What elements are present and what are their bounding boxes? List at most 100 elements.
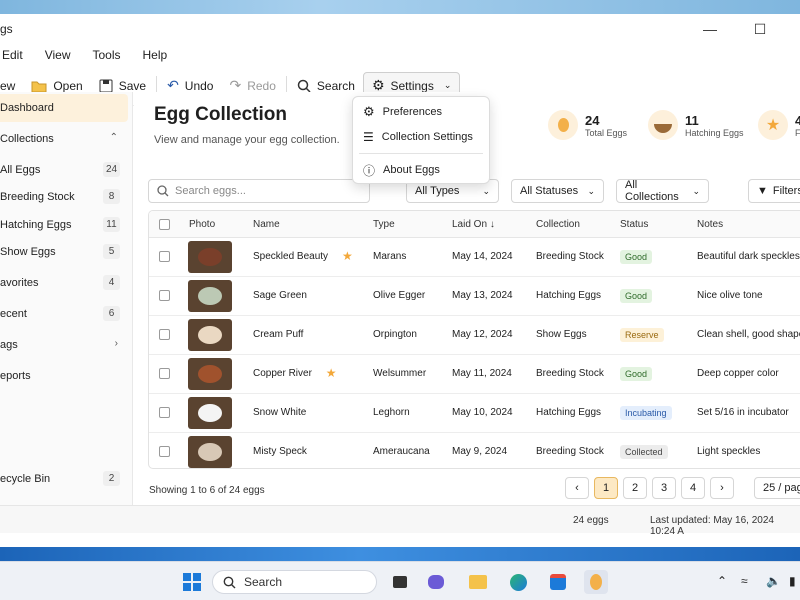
table-row[interactable]: Cream Puff Orpington May 12, 2024 Show Eggs…: [149, 316, 800, 355]
row-checkbox[interactable]: [159, 290, 170, 301]
column-collection[interactable]: Collection: [536, 219, 580, 230]
sidebar-item-label: All Eggs: [0, 164, 41, 176]
sidebar-item-label: ecent: [0, 308, 27, 320]
sidebar-item-dashboard[interactable]: Dashboard: [0, 94, 128, 122]
edge-browser-icon[interactable]: [506, 570, 530, 594]
egg-laid-on: May 10, 2024: [452, 407, 513, 418]
battery-icon[interactable]: ▮: [789, 574, 796, 588]
table-row[interactable]: Copper River ★ Welsummer May 11, 2024 Breedi…: [149, 355, 800, 394]
chevron-down-icon: ⌄: [587, 185, 595, 196]
table-header: Photo Name Type Laid On ↓ Collection Sta…: [149, 211, 800, 238]
column-laid-on[interactable]: Laid On ↓: [452, 219, 495, 230]
egg-name[interactable]: Cream Puff: [253, 329, 303, 340]
sidebar-item-tags[interactable]: ags ›: [0, 331, 128, 359]
new-label: ew: [0, 78, 16, 93]
column-name[interactable]: Name: [253, 219, 280, 230]
menu-item-collection-settings[interactable]: ☰ Collection Settings: [353, 125, 489, 149]
sidebar-item-label: ecycle Bin: [0, 473, 51, 485]
chevron-up-icon[interactable]: ⌃: [717, 574, 727, 588]
search-icon: [297, 79, 311, 93]
nest-icon: [648, 110, 678, 140]
egg-type: Marans: [373, 251, 407, 262]
status-last-updated: Last updated: May 16, 2024 10:24 A: [650, 515, 774, 537]
column-photo[interactable]: Photo: [189, 219, 215, 230]
column-notes[interactable]: Notes: [697, 219, 723, 230]
search-label: Search: [316, 78, 355, 93]
per-page-select[interactable]: 25 / pag: [754, 477, 800, 499]
menu-item-about[interactable]: ⓘ About Eggs: [353, 158, 489, 182]
row-checkbox[interactable]: [159, 368, 170, 379]
column-status[interactable]: Status: [620, 219, 648, 230]
volume-icon[interactable]: 🔈: [766, 574, 781, 588]
page-4-button[interactable]: 4: [681, 477, 705, 499]
egg-type: Orpington: [373, 329, 417, 340]
search-input[interactable]: Search eggs...: [148, 179, 370, 203]
desktop-wallpaper-top: [0, 0, 800, 14]
stat-label: Hatching Eggs: [685, 127, 744, 138]
windows-start-icon[interactable]: [180, 570, 204, 594]
menu-item-label: Collection Settings: [381, 131, 473, 143]
sidebar-item-recycle-bin[interactable]: ecycle Bin 2: [0, 465, 128, 493]
file-explorer-icon[interactable]: [466, 570, 490, 594]
egg-icon: [548, 110, 578, 140]
page-3-button[interactable]: 3: [652, 477, 676, 499]
sidebar-item-label: ags: [0, 339, 18, 351]
egg-collection: Hatching Eggs: [536, 407, 602, 418]
egg-name[interactable]: Sage Green: [253, 290, 307, 301]
egg-photo: [188, 319, 232, 351]
egg-laid-on: May 12, 2024: [452, 329, 513, 340]
row-checkbox[interactable]: [159, 407, 170, 418]
count-badge: 24: [103, 162, 120, 177]
sidebar-item-label: Hatching Eggs: [0, 219, 72, 231]
open-label: Open: [53, 78, 83, 93]
menu-edit[interactable]: Edit: [2, 48, 23, 62]
egg-type: Olive Egger: [373, 290, 426, 301]
sidebar-item-breeding-stock[interactable]: Breeding Stock 8: [0, 183, 128, 211]
egg-name[interactable]: Misty Speck: [253, 446, 307, 457]
row-checkbox[interactable]: [159, 446, 170, 457]
row-checkbox[interactable]: [159, 251, 170, 262]
egg-type: Leghorn: [373, 407, 410, 418]
egg-name[interactable]: Copper River: [253, 368, 312, 379]
egg-name[interactable]: Snow White: [253, 407, 306, 418]
task-view-icon[interactable]: [388, 570, 412, 594]
chat-icon[interactable]: [424, 570, 448, 594]
minimize-button[interactable]: —: [695, 18, 725, 40]
status-badge: Incubating: [620, 406, 672, 420]
sidebar-item-favorites[interactable]: avorites 4: [0, 269, 128, 297]
star-icon[interactable]: ★: [326, 366, 337, 380]
column-type[interactable]: Type: [373, 219, 395, 230]
store-icon[interactable]: [546, 570, 570, 594]
sidebar-item-collections[interactable]: Collections ⌃: [0, 125, 128, 153]
maximize-button[interactable]: ☐: [745, 18, 775, 40]
menu-tools[interactable]: Tools: [92, 48, 120, 62]
taskbar-search[interactable]: Search: [212, 570, 377, 594]
wifi-icon[interactable]: ≈: [741, 574, 748, 588]
table-row[interactable]: Speckled Beauty ★ Marans May 14, 2024 Breedi…: [149, 238, 800, 277]
egg-photo: [188, 436, 232, 468]
next-page-button[interactable]: ›: [710, 477, 734, 499]
prev-page-button[interactable]: ‹: [565, 477, 589, 499]
eggs-app-icon[interactable]: [584, 570, 608, 594]
page-1-button[interactable]: 1: [594, 477, 618, 499]
sidebar-item-show-eggs[interactable]: Show Eggs 5: [0, 238, 128, 266]
star-icon[interactable]: ★: [342, 249, 353, 263]
sidebar-item-reports[interactable]: eports: [0, 362, 128, 390]
page-2-button[interactable]: 2: [623, 477, 647, 499]
table-row[interactable]: Snow White Leghorn May 10, 2024 Hatching Eg…: [149, 394, 800, 433]
row-checkbox[interactable]: [159, 329, 170, 340]
sidebar-item-hatching-eggs[interactable]: Hatching Eggs 11: [0, 211, 128, 239]
sidebar-item-recent[interactable]: ecent 6: [0, 300, 128, 328]
select-all-checkbox[interactable]: [159, 219, 170, 230]
sidebar-item-all-eggs[interactable]: All Eggs 24: [0, 156, 128, 184]
menu-help[interactable]: Help: [143, 48, 168, 62]
table-row[interactable]: Misty Speck Ameraucana May 9, 2024 Breeding…: [149, 433, 800, 468]
collection-filter-dropdown[interactable]: All Collections ⌄: [616, 179, 709, 203]
stat-label: Fa: [795, 127, 800, 138]
egg-name[interactable]: Speckled Beauty: [253, 251, 328, 262]
table-row[interactable]: Sage Green Olive Egger May 13, 2024 Hatchin…: [149, 277, 800, 316]
menu-item-preferences[interactable]: ⚙ Preferences: [353, 100, 489, 124]
filters-button[interactable]: ▼ Filters: [748, 179, 800, 203]
status-filter-dropdown[interactable]: All Statuses ⌄: [511, 179, 604, 203]
menu-view[interactable]: View: [45, 48, 71, 62]
